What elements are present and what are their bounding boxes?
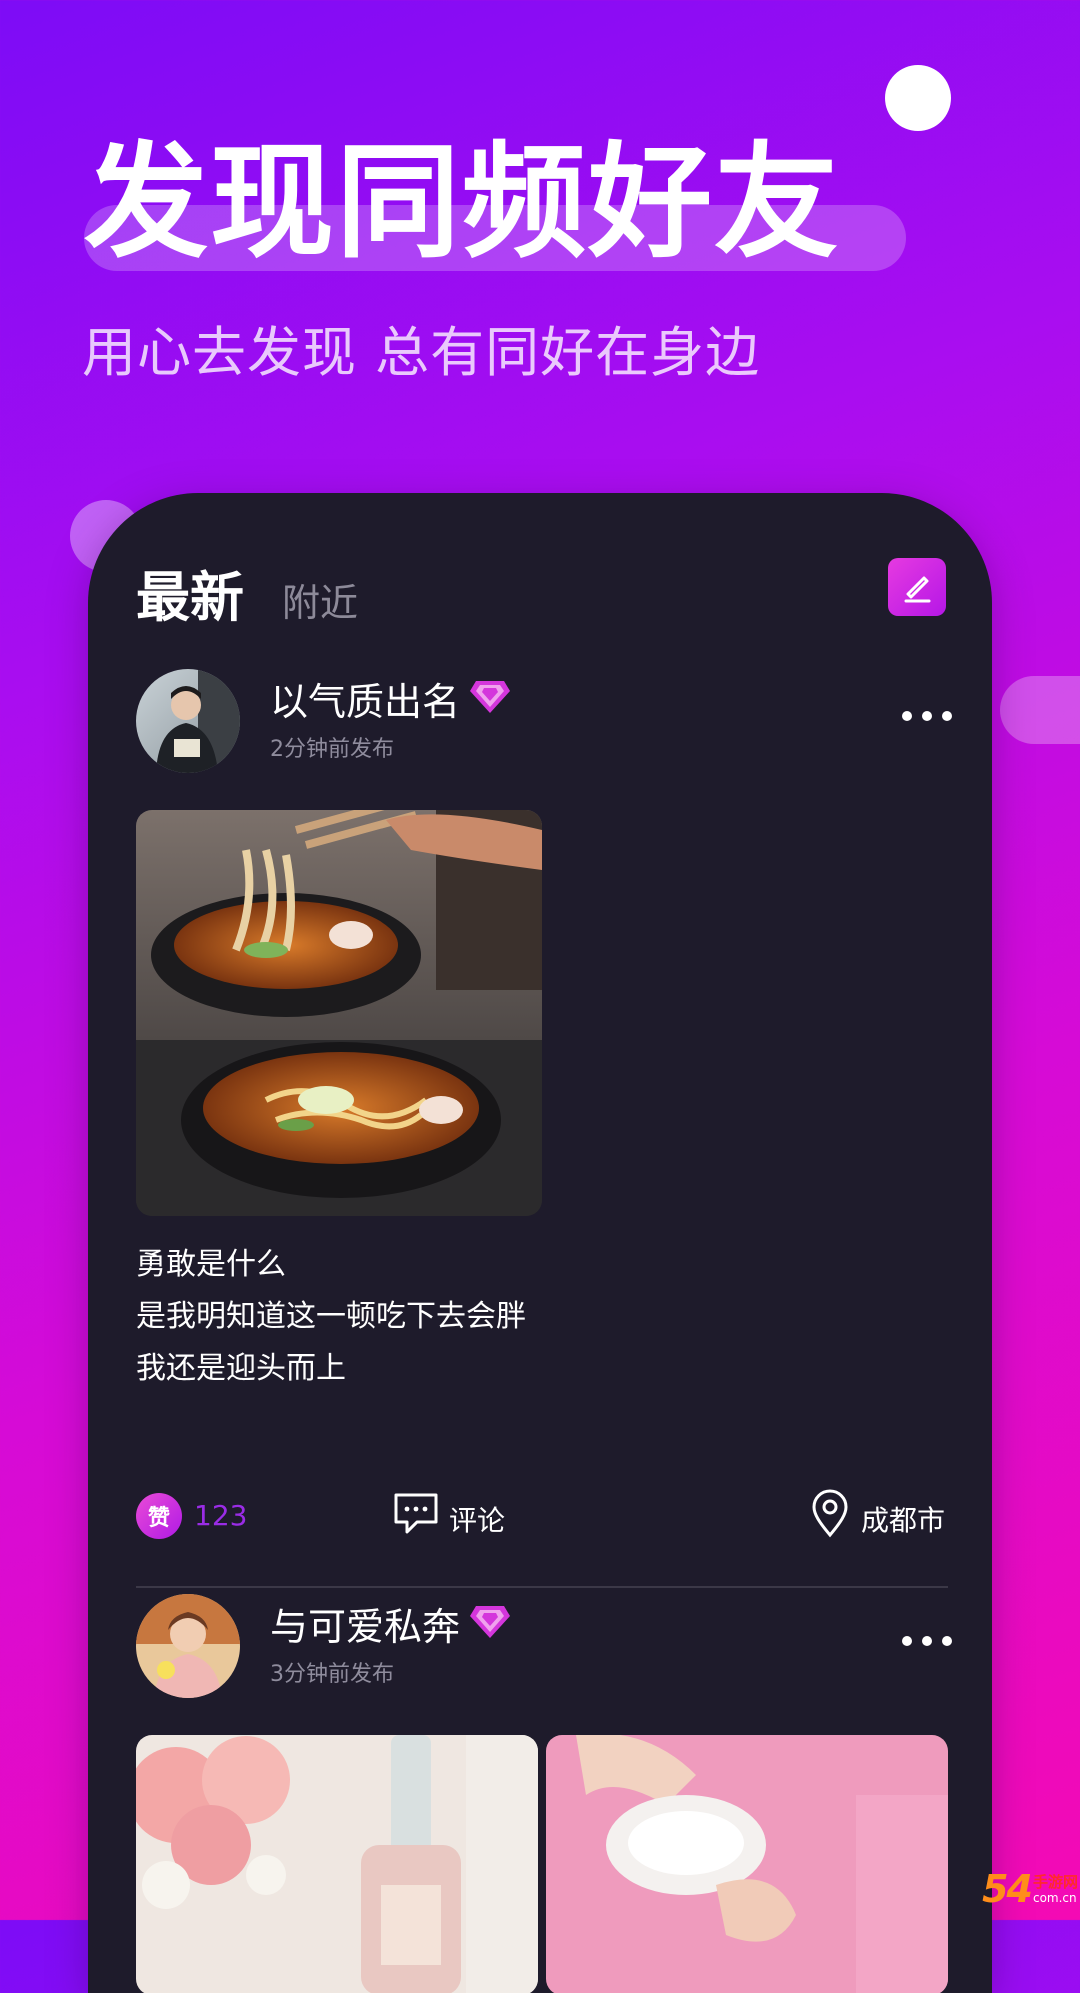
- more-icon: [942, 1636, 952, 1646]
- avatar[interactable]: [136, 1594, 240, 1698]
- more-icon: [922, 711, 932, 721]
- more-options-button[interactable]: [902, 709, 952, 723]
- watermark-name: 手游网: [1032, 1873, 1078, 1891]
- post-text-line: 勇敢是什么: [136, 1247, 286, 1282]
- post-username[interactable]: 与可爱私奔: [270, 1596, 460, 1651]
- post-text-line: 是我明知道这一顿吃下去会胖: [136, 1299, 526, 1334]
- comment-button-label[interactable]: 评论: [449, 1499, 505, 1539]
- diamond-badge-icon: [470, 1606, 510, 1638]
- tab-latest[interactable]: 最新: [136, 566, 244, 629]
- banner-subline: 用心去发现 总有同好在身边: [82, 321, 761, 384]
- banner-headline: 发现同频好友: [84, 131, 841, 275]
- edit-icon: [904, 576, 931, 603]
- post-time: 2分钟前发布: [270, 737, 394, 762]
- like-button[interactable]: 赞: [136, 1493, 182, 1539]
- more-options-button[interactable]: [902, 1634, 952, 1648]
- post-photo-cup[interactable]: [546, 1735, 948, 1993]
- more-icon: [922, 1636, 932, 1646]
- decor-white-dot: [885, 65, 951, 131]
- phone-screen: 最新 附近 以气质出名 2分钟前发布 勇敢是什么 是我明知道这一顿吃下去会胖 我…: [88, 493, 992, 1993]
- decor-translucent-bar: [1000, 676, 1080, 744]
- like-count: 123: [194, 1499, 248, 1532]
- post-time: 3分钟前发布: [270, 1662, 394, 1687]
- more-icon: [942, 711, 952, 721]
- post-divider: [136, 1586, 948, 1588]
- watermark-number: 54: [982, 1867, 1033, 1911]
- feed-tabs: 最新 附近: [136, 553, 358, 632]
- post-text-line: 我还是迎头而上: [136, 1351, 346, 1386]
- tab-nearby[interactable]: 附近: [282, 581, 358, 625]
- edit-post-button[interactable]: [888, 558, 946, 616]
- more-icon: [902, 1636, 912, 1646]
- more-icon: [902, 711, 912, 721]
- site-watermark: 54 手游网 com.cn: [928, 1865, 1078, 1913]
- diamond-badge-icon: [470, 681, 510, 713]
- location-label[interactable]: 成都市: [861, 1499, 945, 1539]
- post-photo-flowers[interactable]: [136, 1735, 538, 1993]
- post-card: 以气质出名 2分钟前发布 勇敢是什么 是我明知道这一顿吃下去会胖 我还是迎头而上…: [136, 669, 952, 1699]
- post-username[interactable]: 以气质出名: [270, 671, 460, 726]
- post-photo-noodles[interactable]: [136, 810, 542, 1216]
- watermark-url: com.cn: [1032, 1891, 1077, 1905]
- post-card: 与可爱私奔 3分钟前发布: [136, 1594, 952, 1993]
- comment-icon[interactable]: [391, 1490, 441, 1538]
- avatar[interactable]: [136, 669, 240, 773]
- location-pin-icon: [812, 1489, 848, 1538]
